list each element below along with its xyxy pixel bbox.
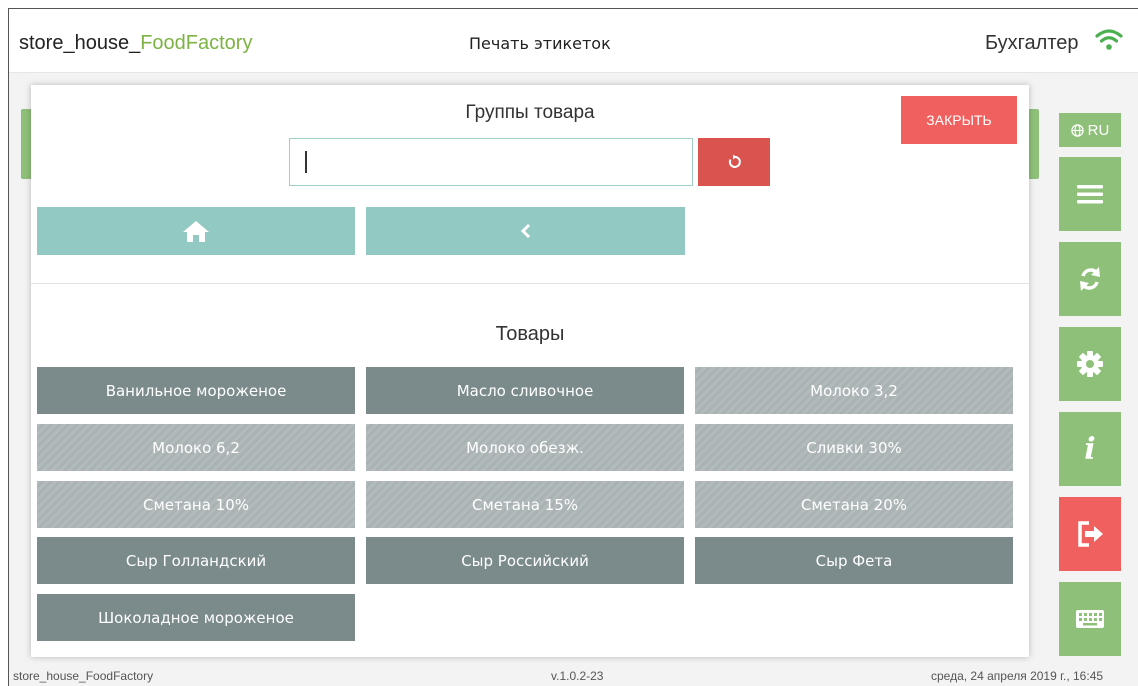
screen-title: Печать этикеток (469, 34, 611, 53)
product-tile[interactable]: Сметана 15% (366, 481, 684, 528)
product-tile[interactable]: Молоко обезж. (366, 424, 684, 471)
product-tile[interactable]: Молоко 6,2 (37, 424, 355, 471)
text-caret (305, 151, 307, 173)
menu-button[interactable] (1059, 157, 1121, 231)
product-tile[interactable]: Сметана 20% (695, 481, 1013, 528)
hamburger-icon (1077, 185, 1103, 204)
footer-version: v.1.0.2-23 (551, 669, 604, 683)
status-bar: store_house_FoodFactory v.1.0.2-23 среда… (9, 663, 1138, 686)
chevron-left-icon (520, 223, 530, 239)
globe-icon (1070, 123, 1084, 137)
logout-icon (1078, 521, 1103, 547)
footer-app-name: store_house_FoodFactory (13, 669, 154, 683)
products-title: Товары (495, 323, 565, 345)
app-name-prefix: store_house_ (19, 32, 141, 54)
product-tile[interactable]: Масло сливочное (366, 367, 684, 414)
refresh-icon (1080, 267, 1100, 291)
info-icon: i (1084, 431, 1096, 467)
keyboard-button[interactable] (1059, 582, 1121, 656)
product-tile[interactable]: Сыр Российский (366, 537, 684, 584)
logout-button[interactable] (1059, 497, 1121, 571)
sync-button[interactable] (1059, 242, 1121, 316)
app-name-accent: FoodFactory (140, 32, 253, 54)
home-button[interactable] (37, 207, 355, 255)
reset-icon (728, 154, 741, 168)
top-bar: store_house_FoodFactory Печать этикеток … (9, 9, 1138, 73)
product-tile[interactable]: Шоколадное мороженое (37, 594, 355, 641)
footer-datetime: среда, 24 апреля 2019 г., 16:45 (931, 669, 1104, 683)
product-group-dialog: Группы товара ЗАКРЫТЬ Товары Ванильное м… (31, 85, 1029, 657)
close-button[interactable]: ЗАКРЫТЬ (901, 96, 1017, 144)
product-tile[interactable]: Сметана 10% (37, 481, 355, 528)
search-input[interactable] (289, 138, 693, 186)
language-button[interactable]: RU (1059, 113, 1121, 147)
home-icon (183, 221, 209, 242)
product-tile[interactable]: Ванильное мороженое (37, 367, 355, 414)
product-tile[interactable]: Сливки 30% (695, 424, 1013, 471)
wifi-icon (1095, 29, 1123, 50)
user-name[interactable]: Бухгалтер (985, 32, 1079, 55)
gear-icon (1077, 351, 1103, 377)
divider (31, 283, 1029, 284)
back-button[interactable] (366, 207, 685, 255)
keyboard-icon (1076, 610, 1104, 628)
app-name: store_house_FoodFactory (19, 32, 252, 55)
language-label: RU (1087, 121, 1110, 139)
reset-search-button[interactable] (698, 138, 770, 186)
settings-button[interactable] (1059, 327, 1121, 401)
dialog-title: Группы товара (465, 102, 595, 123)
product-tile[interactable]: Сыр Фета (695, 537, 1013, 584)
product-tile[interactable]: Сыр Голландский (37, 537, 355, 584)
info-button[interactable]: i (1059, 412, 1121, 486)
product-tile[interactable]: Молоко 3,2 (695, 367, 1013, 414)
app-window: store_house_FoodFactory Печать этикеток … (8, 8, 1138, 686)
